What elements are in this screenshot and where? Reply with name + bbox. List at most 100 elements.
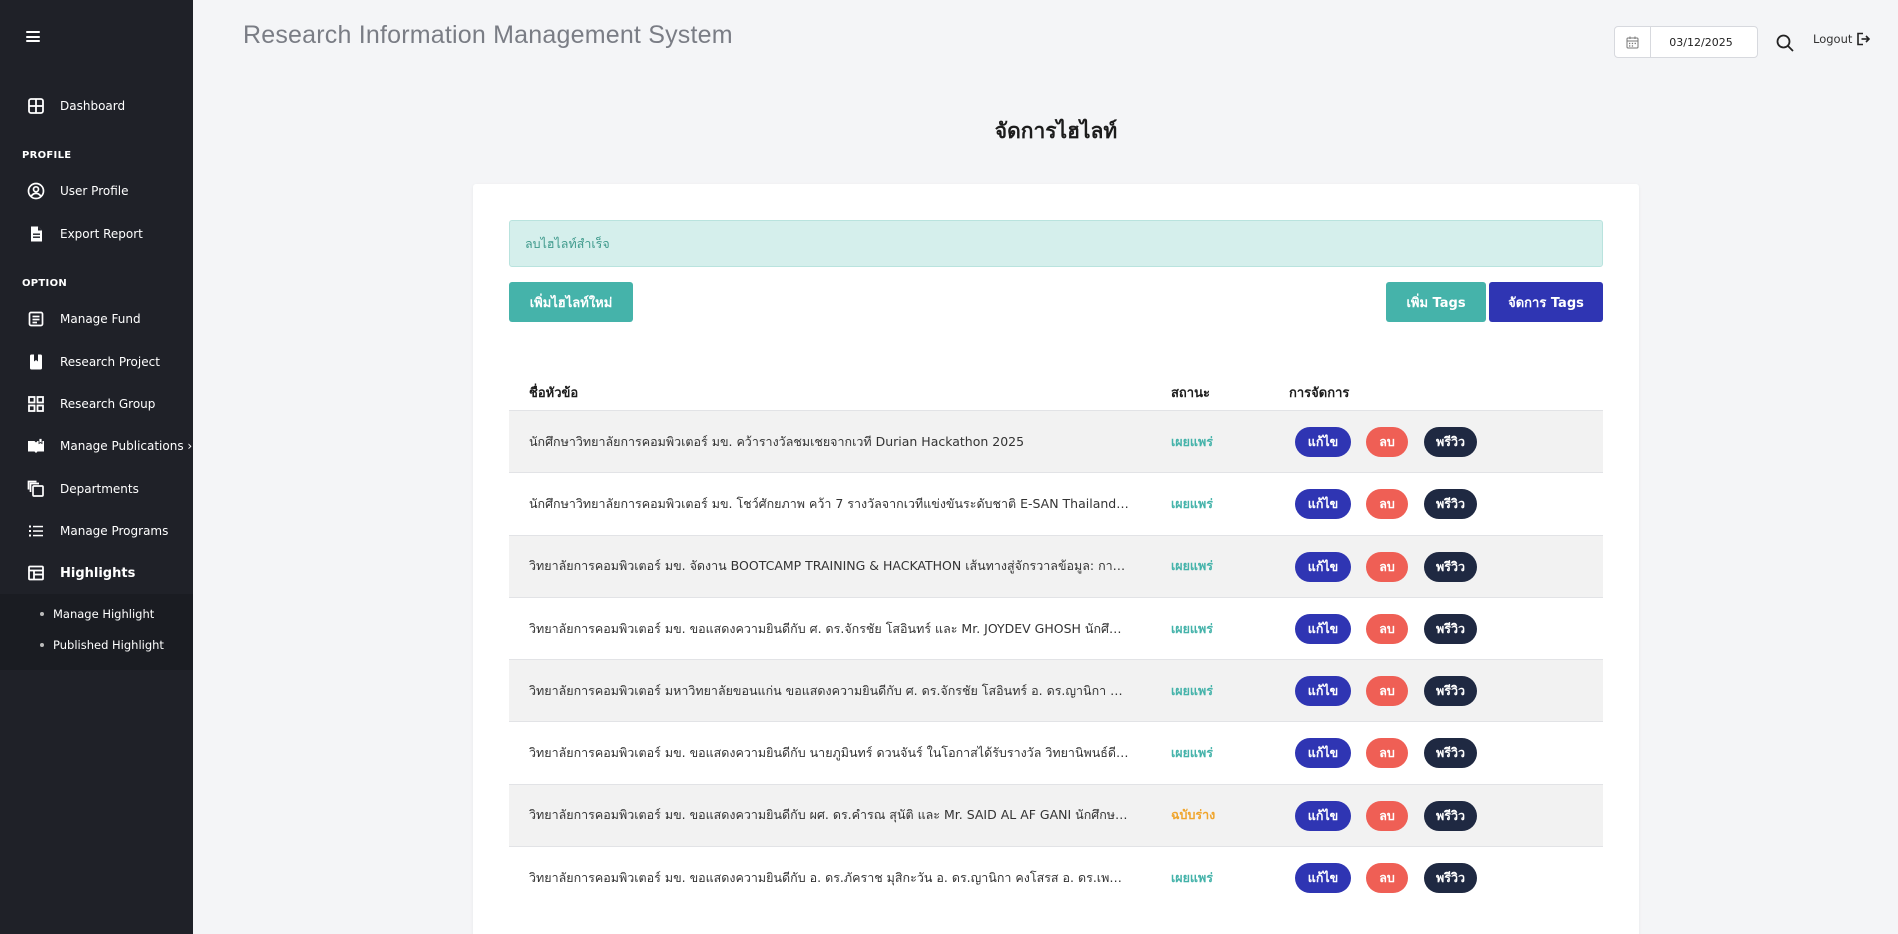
table-row: นักศึกษาวิทยาลัยการคอมพิวเตอร์ มข. โชว์ศ… [509,472,1603,534]
row-title: วิทยาลัยการคอมพิวเตอร์ มข. ขอแสดงความยิน… [529,807,1129,823]
row-title: วิทยาลัยการคอมพิวเตอร์ มหาวิทยาลัยขอนแก่… [529,682,1129,698]
sidebar-item-label: Manage Programs [60,524,169,538]
sidebar-item-departments[interactable]: Departments [0,472,193,506]
submenu-item-label: Manage Highlight [53,607,155,621]
user-circle-icon [27,182,45,200]
sidebar-item-label: Manage Publications › [60,439,193,453]
row-title: วิทยาลัยการคอมพิวเตอร์ มข. ขอแสดงความยิน… [529,869,1129,885]
list-icon [27,522,45,540]
sidebar-item-label: Highlights [60,565,136,581]
page-title: จัดการไฮไลท์ [994,119,1118,143]
sidebar-item-manage-fund[interactable]: Manage Fund [0,302,193,336]
edit-button[interactable]: แก้ไข [1295,738,1351,769]
row-title: วิทยาลัยการคอมพิวเตอร์ มข. ขอแสดงความยิน… [529,620,1129,636]
sidebar-item-export-report[interactable]: Export Report [0,217,193,251]
preview-button[interactable]: พรีวิว [1424,489,1477,520]
table-row: วิทยาลัยการคอมพิวเตอร์ มข. ขอแสดงความยิน… [509,783,1603,847]
success-alert: ลบไฮไลท์สำเร็จ [509,220,1603,267]
sidebar-item-research-group[interactable]: Research Group [0,387,193,421]
preview-button[interactable]: พรีวิว [1424,800,1477,831]
edit-button[interactable]: แก้ไข [1295,863,1351,894]
status-badge: เผยแพร่ [1171,869,1213,885]
logout-icon [1857,32,1871,46]
bookmark-icon [27,353,45,371]
preview-button[interactable]: พรีวิว [1424,676,1477,707]
edit-button[interactable]: แก้ไข [1295,676,1351,707]
sidebar-item-label: Departments [60,482,139,496]
preview-button[interactable]: พรีวิว [1424,427,1477,457]
delete-button[interactable]: ลบ [1366,551,1408,582]
highlights-table-body: นักศึกษาวิทยาลัยการคอมพิวเตอร์ มข. คว้าร… [509,410,1603,908]
row-title: วิทยาลัยการคอมพิวเตอร์ มข. จัดงาน BOOTCA… [529,558,1129,574]
section-title-profile: PROFILE [22,150,72,161]
status-badge: เผยแพร่ [1171,745,1213,761]
row-title: วิทยาลัยการคอมพิวเตอร์ มข. ขอแสดงความยิน… [529,745,1129,761]
hamburger-menu-icon[interactable] [26,31,40,42]
edit-button[interactable]: แก้ไข [1295,489,1351,520]
search-icon[interactable] [1775,33,1795,53]
copy-icon [27,480,45,498]
sidebar-item-manage-programs[interactable]: Manage Programs [0,514,193,548]
delete-button[interactable]: ลบ [1366,800,1408,831]
status-badge: เผยแพร่ [1171,558,1213,574]
delete-button[interactable]: ลบ [1366,489,1408,520]
highlights-card: ลบไฮไลท์สำเร็จ เพิ่มไฮไลท์ใหม่ เพิ่ม Tag… [473,184,1639,934]
edit-button[interactable]: แก้ไข [1295,551,1351,582]
add-highlight-button[interactable]: เพิ่มไฮไลท์ใหม่ [509,282,633,322]
dashboard-icon [27,97,45,115]
list-doc-icon [27,310,45,328]
row-title-cell: นักศึกษาวิทยาลัยการคอมพิวเตอร์ มข. โชว์ศ… [529,473,1129,534]
grid-icon [27,395,45,413]
sidebar-item-label: Manage Fund [60,312,141,326]
edit-button[interactable]: แก้ไข [1295,800,1351,831]
row-title-cell: วิทยาลัยการคอมพิวเตอร์ มข. ขอแสดงความยิน… [529,598,1129,659]
table-row: วิทยาลัยการคอมพิวเตอร์ มข. ขอแสดงความยิน… [509,596,1603,659]
row-title-cell: นักศึกษาวิทยาลัยการคอมพิวเตอร์ มข. คว้าร… [529,411,1129,472]
submenu-item-manage-highlight[interactable]: Manage Highlight [40,607,154,621]
submenu-item-published-highlight[interactable]: Published Highlight [40,638,164,652]
row-title-cell: วิทยาลัยการคอมพิวเตอร์ มหาวิทยาลัยขอนแก่… [529,660,1129,721]
status-badge: เผยแพร่ [1171,682,1213,698]
status-badge: ฉบับร่าง [1171,807,1216,823]
layout-icon [27,564,45,582]
table-row: วิทยาลัยการคอมพิวเตอร์ มหาวิทยาลัยขอนแก่… [509,659,1603,722]
row-title: นักศึกษาวิทยาลัยการคอมพิวเตอร์ มข. โชว์ศ… [529,495,1129,511]
sidebar-item-research-project[interactable]: Research Project [0,345,193,379]
delete-button[interactable]: ลบ [1366,738,1408,769]
sidebar-item-label: Research Group [60,397,156,411]
row-title-cell: วิทยาลัยการคอมพิวเตอร์ มข. จัดงาน BOOTCA… [529,536,1129,597]
manage-tags-button[interactable]: จัดการ Tags [1489,282,1603,322]
sidebar-item-label: User Profile [60,184,129,198]
status-badge: เผยแพร่ [1171,620,1213,636]
table-row: วิทยาลัยการคอมพิวเตอร์ มข. ขอแสดงความยิน… [509,846,1603,908]
book-open-icon [27,437,45,455]
bullet-icon [40,643,44,647]
column-header-status: สถานะ [1171,386,1210,401]
delete-button[interactable]: ลบ [1366,676,1408,707]
status-badge: เผยแพร่ [1171,495,1213,511]
sidebar-item-user-profile[interactable]: User Profile [0,174,193,208]
sidebar-item-highlights[interactable]: Highlights [0,556,193,590]
edit-button[interactable]: แก้ไข [1295,427,1351,457]
highlights-submenu: Manage Highlight Published Highlight [0,594,193,670]
calendar-icon[interactable] [1615,27,1651,57]
logout-button[interactable]: Logout [1813,32,1871,46]
submenu-item-label: Published Highlight [53,638,164,652]
sidebar-item-label: Export Report [60,227,143,241]
delete-button[interactable]: ลบ [1366,427,1408,457]
preview-button[interactable]: พรีวิว [1424,551,1477,582]
status-badge: เผยแพร่ [1171,433,1213,449]
bullet-icon [40,612,44,616]
date-input[interactable] [1651,35,1751,49]
preview-button[interactable]: พรีวิว [1424,738,1477,769]
preview-button[interactable]: พรีวิว [1424,863,1477,894]
preview-button[interactable]: พรีวิว [1424,613,1477,644]
row-title: นักศึกษาวิทยาลัยการคอมพิวเตอร์ มข. คว้าร… [529,433,1025,449]
sidebar-item-label: Dashboard [60,99,126,113]
add-tags-button[interactable]: เพิ่ม Tags [1386,282,1486,322]
edit-button[interactable]: แก้ไข [1295,613,1351,644]
delete-button[interactable]: ลบ [1366,863,1408,894]
sidebar-item-manage-publications[interactable]: Manage Publications › [0,429,193,463]
delete-button[interactable]: ลบ [1366,613,1408,644]
date-picker[interactable] [1614,26,1758,58]
